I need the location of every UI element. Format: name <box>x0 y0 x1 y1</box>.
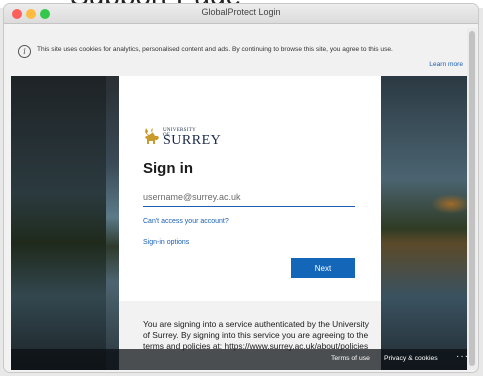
logo-title: SURREY <box>163 133 222 148</box>
info-icon: i <box>18 45 31 58</box>
app-window: GlobalProtect Login i This site uses coo… <box>4 4 478 372</box>
signin-card: UNIVERSITY OF SURREY Sign in Can't acces… <box>119 76 381 301</box>
background-autumn-tree <box>431 194 471 214</box>
learn-more-link[interactable]: Learn more <box>429 61 463 68</box>
vertical-scrollbar[interactable] <box>467 28 477 370</box>
background-left-scenery <box>11 76 106 370</box>
title-bar: GlobalProtect Login <box>4 4 478 24</box>
scrollbar-thumb[interactable] <box>469 31 475 366</box>
window-title: GlobalProtect Login <box>201 7 281 17</box>
privacy-cookies-link[interactable]: Privacy & cookies <box>384 355 438 362</box>
cant-access-link[interactable]: Can't access your account? <box>143 218 229 225</box>
web-content: i This site uses cookies for analytics, … <box>11 28 471 370</box>
signin-options-link[interactable]: Sign-in options <box>143 239 189 246</box>
footer-bar: Terms of use Privacy & cookies ··· <box>11 349 471 370</box>
background-right-scenery <box>381 76 471 370</box>
cookie-banner: i This site uses cookies for analytics, … <box>11 28 471 76</box>
next-button[interactable]: Next <box>291 258 355 278</box>
cookie-banner-text: This site uses cookies for analytics, pe… <box>37 46 393 53</box>
username-input[interactable] <box>143 188 355 207</box>
page-title: Sign in <box>143 160 193 177</box>
notice-text: You are signing into a service authentic… <box>143 319 369 351</box>
terms-of-use-link[interactable]: Terms of use <box>331 355 370 362</box>
stag-icon <box>145 128 159 144</box>
